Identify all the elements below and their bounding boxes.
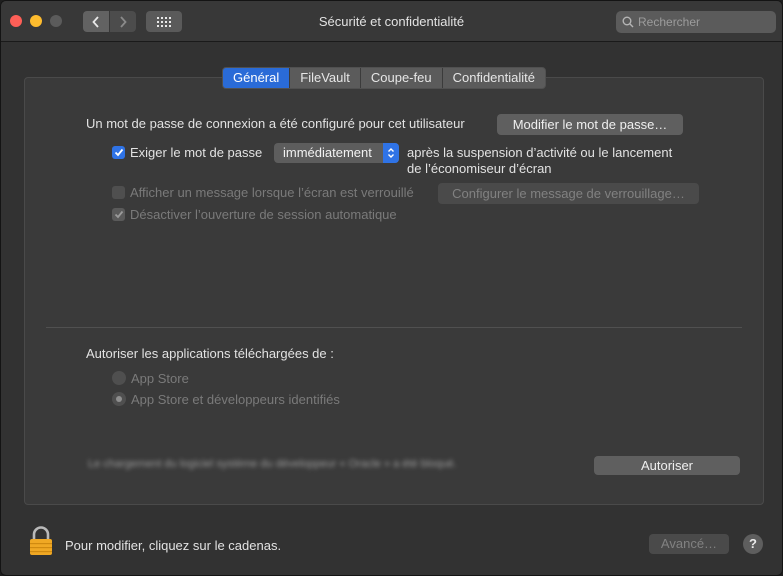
allow-button[interactable]: Autoriser: [594, 456, 740, 475]
tab-firewall[interactable]: Coupe-feu: [361, 68, 443, 88]
help-button[interactable]: ?: [743, 534, 763, 554]
lock-instruction-text: Pour modifier, cliquez sur le cadenas.: [65, 538, 282, 553]
show-message-label: Afficher un message lorsque l’écran est …: [130, 185, 414, 200]
downloads-heading: Autoriser les applications téléchargées …: [86, 346, 334, 361]
require-password-checkbox[interactable]: [112, 146, 125, 159]
radio-app-store-identified-label: App Store et développeurs identifiés: [131, 392, 340, 407]
title-bar: Sécurité et confidentialité Rechercher: [1, 1, 782, 42]
radio-app-store[interactable]: [112, 371, 126, 385]
require-password-suffix-line1: après la suspension d’activité ou le lan…: [407, 145, 673, 160]
radio-app-store-label: App Store: [131, 371, 189, 386]
change-password-button[interactable]: Modifier le mot de passe…: [497, 114, 683, 135]
lock-icon[interactable]: [29, 526, 53, 556]
show-message-checkbox[interactable]: [112, 186, 125, 199]
chevron-updown-icon: [383, 143, 399, 163]
search-field[interactable]: Rechercher: [616, 11, 776, 33]
preferences-window: Sécurité et confidentialité Rechercher G…: [0, 0, 783, 576]
checkmark-icon: [114, 210, 123, 219]
require-password-suffix-line2: de l’économiseur d’écran: [407, 161, 552, 176]
disable-autologin-label: Désactiver l’ouverture de session automa…: [130, 207, 397, 222]
tab-bar: Général FileVault Coupe-feu Confidential…: [222, 67, 546, 89]
tab-filevault[interactable]: FileVault: [290, 68, 361, 88]
content-panel: [24, 77, 764, 505]
section-divider: [46, 327, 742, 328]
require-password-label: Exiger le mot de passe: [130, 145, 263, 160]
tab-general[interactable]: Général: [223, 68, 291, 88]
tab-privacy[interactable]: Confidentialité: [443, 68, 545, 88]
disable-autologin-checkbox[interactable]: [112, 208, 125, 221]
advanced-button[interactable]: Avancé…: [649, 534, 729, 554]
popup-value: immédiatement: [283, 145, 372, 160]
search-placeholder: Rechercher: [638, 15, 701, 29]
set-lock-message-button[interactable]: Configurer le message de verrouillage…: [438, 183, 699, 204]
blocked-software-message: Le chargement du logiciel système du dév…: [88, 458, 457, 470]
checkmark-icon: [114, 148, 123, 157]
search-icon: [622, 16, 634, 28]
require-password-delay-popup[interactable]: immédiatement: [274, 143, 399, 163]
radio-app-store-identified[interactable]: [112, 392, 126, 406]
password-status-text: Un mot de passe de connexion a été confi…: [86, 116, 465, 131]
